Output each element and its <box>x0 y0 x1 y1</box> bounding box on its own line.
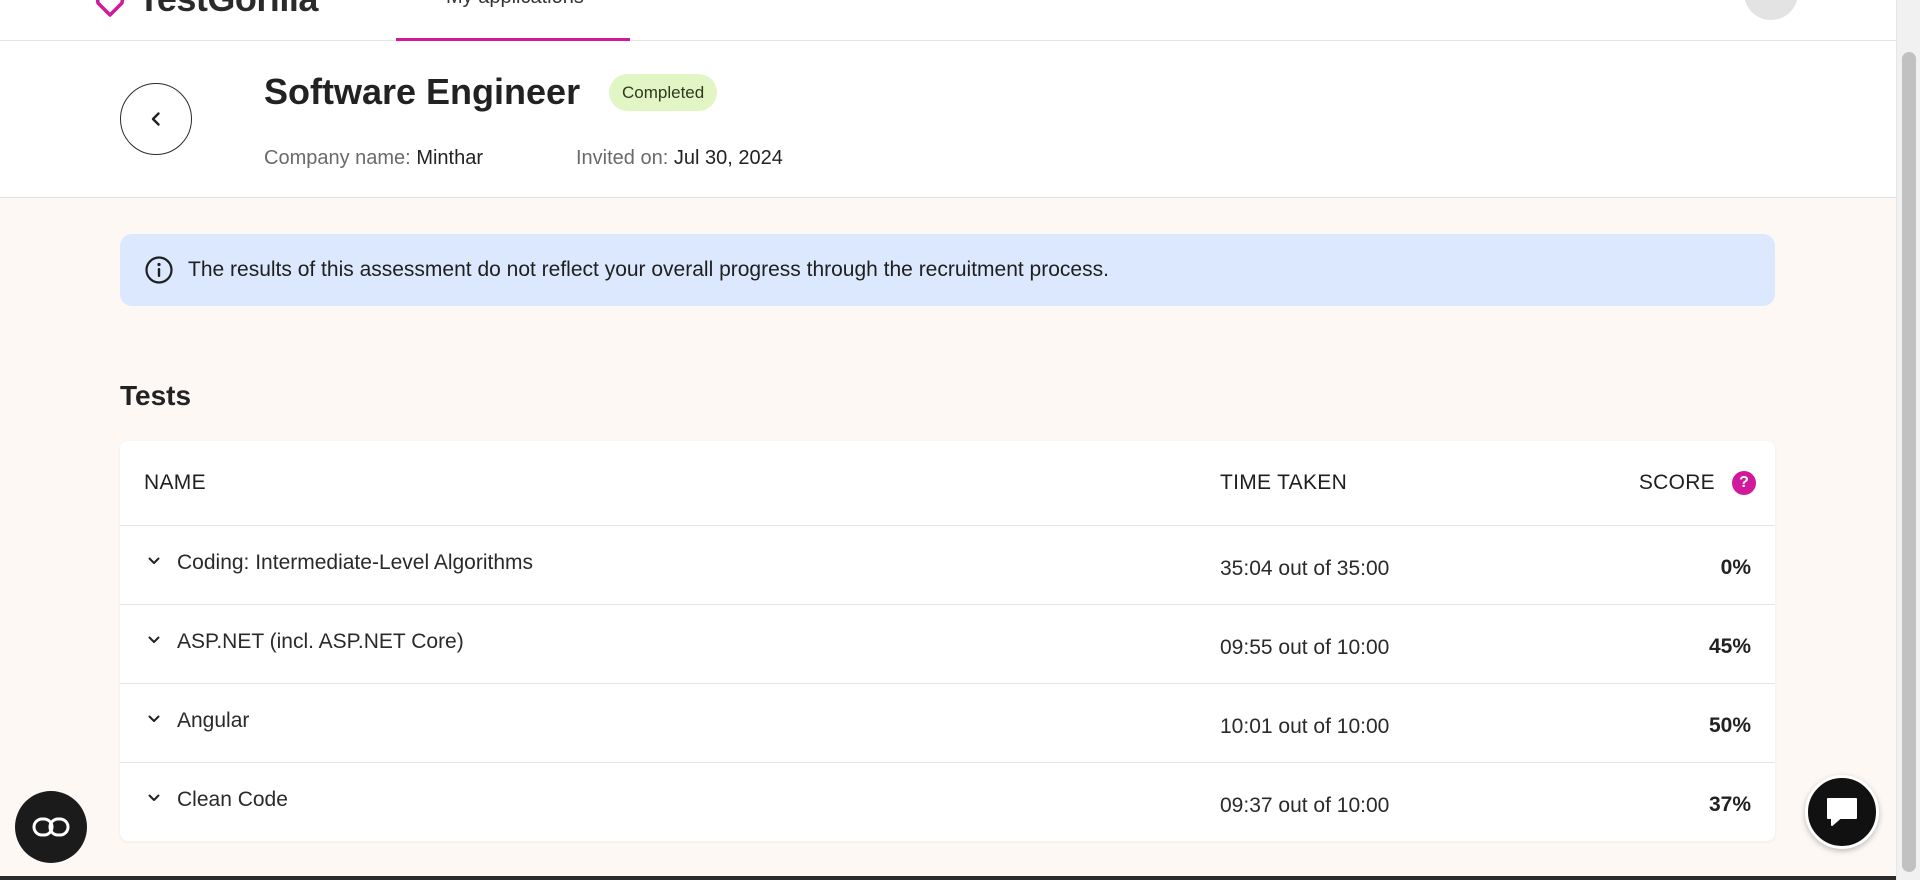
invited-meta: Invited on: Jul 30, 2024 <box>576 147 783 170</box>
page-title: Software Engineer <box>264 71 581 112</box>
invited-label: Invited on: <box>576 147 669 169</box>
app: TestGorilla My applications Software Eng… <box>0 0 1896 880</box>
tests-title: Tests <box>120 380 192 411</box>
chat-icon <box>1827 798 1857 826</box>
time-taken: 09:55 out of 10:00 <box>1220 636 1390 659</box>
score-value: 37% <box>1708 793 1751 816</box>
accessibility-icon <box>32 817 70 837</box>
invited-value: Jul 30, 2024 <box>673 147 783 169</box>
chevron-down-icon[interactable] <box>144 709 164 729</box>
test-name: ASP.NET (incl. ASP.NET Core) <box>177 630 464 653</box>
accessibility-button[interactable] <box>15 791 87 863</box>
tab-label: My applications <box>446 0 584 9</box>
column-header-name: NAME <box>144 471 206 494</box>
time-taken: 35:04 out of 35:00 <box>1220 557 1390 580</box>
table-row[interactable]: ASP.NET (incl. ASP.NET Core) 09:55 out o… <box>120 605 1775 684</box>
table-row[interactable]: Coding: Intermediate-Level Algorithms 35… <box>120 526 1775 605</box>
scrollbar[interactable] <box>1896 0 1920 880</box>
time-taken: 10:01 out of 10:00 <box>1220 715 1390 738</box>
avatar[interactable] <box>1744 0 1798 20</box>
info-icon <box>145 256 173 284</box>
chevron-down-icon[interactable] <box>144 551 164 571</box>
status-badge: Completed <box>609 74 718 111</box>
tests-table: NAME TIME TAKEN SCORE ? Coding: Intermed… <box>120 441 1775 841</box>
banner-text: The results of this assessment do not re… <box>188 258 1109 281</box>
page-header: Software Engineer Completed Company name… <box>0 41 1896 198</box>
table-header: NAME TIME TAKEN SCORE ? <box>120 441 1775 526</box>
score-value: 0% <box>1720 556 1751 579</box>
company-label: Company name: <box>264 147 411 169</box>
logo-text: TestGorilla <box>138 0 318 20</box>
test-name: Coding: Intermediate-Level Algorithms <box>177 551 534 574</box>
chevron-left-icon <box>151 112 160 126</box>
logo-icon <box>95 0 125 17</box>
score-value: 45% <box>1708 635 1751 658</box>
chat-button[interactable] <box>1805 775 1879 849</box>
scrollbar-thumb[interactable] <box>1902 52 1916 872</box>
table-row[interactable]: Clean Code 09:37 out of 10:00 37% <box>120 763 1775 842</box>
column-header-score: SCORE <box>1638 471 1715 494</box>
chevron-down-icon[interactable] <box>144 788 164 808</box>
company-value: Minthar <box>416 147 484 169</box>
window-bottom-border <box>0 876 1896 880</box>
chevron-down-icon[interactable] <box>144 630 164 650</box>
column-header-time: TIME TAKEN <box>1220 471 1348 494</box>
tab-my-applications[interactable]: My applications <box>396 0 630 41</box>
score-value: 50% <box>1708 714 1751 737</box>
logo[interactable]: TestGorilla <box>92 0 318 20</box>
time-taken: 09:37 out of 10:00 <box>1220 794 1390 817</box>
question-icon[interactable]: ? <box>1732 471 1756 495</box>
back-button[interactable] <box>120 83 192 155</box>
info-banner: The results of this assessment do not re… <box>120 234 1775 306</box>
test-name: Angular <box>177 709 250 732</box>
top-nav: TestGorilla My applications <box>0 0 1896 41</box>
test-name: Clean Code <box>177 788 288 811</box>
table-row[interactable]: Angular 10:01 out of 10:00 50% <box>120 684 1775 763</box>
company-meta: Company name: Minthar <box>264 147 483 170</box>
